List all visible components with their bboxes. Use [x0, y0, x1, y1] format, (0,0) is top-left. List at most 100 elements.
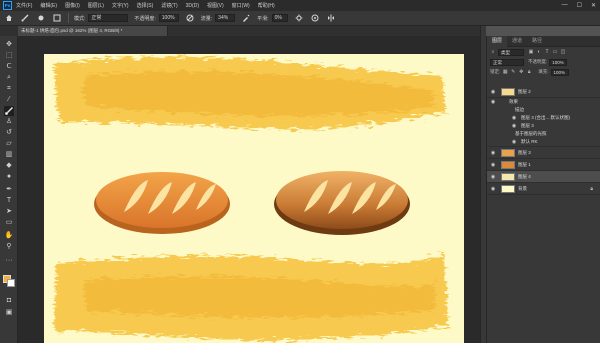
- visibility-eye-icon[interactable]: ◉: [490, 162, 496, 168]
- layer-effect-row[interactable]: 基于图层的光照: [487, 130, 600, 138]
- brush-tool-icon[interactable]: [4, 106, 14, 116]
- crop-tool-icon[interactable]: ⌗: [4, 84, 14, 94]
- visibility-eye-icon[interactable]: ◉: [511, 123, 517, 129]
- tools-panel: ✥ ⬚ ᑕ ⌕ ⌗ ⁄ ♙ ↺ ▱ ▥ ◆ ● ✒ T ➤ ▭ ✋ ⚲ ··· …: [0, 36, 18, 343]
- zoom-tool-icon[interactable]: ⚲: [4, 242, 14, 252]
- menu-edit[interactable]: 编辑(E): [40, 2, 57, 9]
- layer-row[interactable]: ◉ 背景 🔒︎: [487, 183, 600, 195]
- visibility-eye-icon[interactable]: ◉: [490, 186, 496, 192]
- brush-stroke-bottom: [54, 252, 448, 341]
- menu-window[interactable]: 窗口(W): [232, 2, 250, 9]
- smoothing-input[interactable]: 0%: [271, 14, 288, 22]
- layer-row[interactable]: ◉ 图层 4: [487, 171, 600, 183]
- layer-effect-row[interactable]: ◉ 默认 RK: [487, 138, 600, 147]
- filter-type-icon[interactable]: T: [544, 49, 550, 55]
- fill-input[interactable]: 100%: [550, 68, 569, 76]
- bread-loaf-left: [94, 172, 230, 234]
- layer-thumbnail: [501, 173, 515, 181]
- home-icon[interactable]: [4, 13, 14, 23]
- layer-filter-select[interactable]: 类型: [498, 48, 524, 56]
- blend-mode-select[interactable]: 正常: [490, 58, 524, 66]
- path-select-tool-icon[interactable]: ➤: [4, 207, 14, 217]
- menu-select[interactable]: 选择(S): [137, 2, 154, 9]
- layer-effects-row[interactable]: ◉ 效果: [487, 98, 600, 106]
- layer-row[interactable]: ◉ 图层 3: [487, 147, 600, 159]
- eraser-tool-icon[interactable]: ▱: [4, 139, 14, 149]
- workspace: [18, 36, 480, 343]
- menu-type[interactable]: 文字(Y): [112, 2, 129, 9]
- marquee-tool-icon[interactable]: ⬚: [4, 51, 14, 61]
- lasso-tool-icon[interactable]: ᑕ: [4, 62, 14, 72]
- layer-thumbnail: [501, 88, 515, 96]
- brush-settings-icon[interactable]: [52, 13, 62, 23]
- maximize-button[interactable]: ☐: [577, 2, 582, 9]
- pressure-opacity-icon[interactable]: [185, 13, 195, 23]
- panel-opacity-input[interactable]: 100%: [549, 58, 568, 66]
- pressure-size-icon[interactable]: [310, 13, 320, 23]
- smoothing-settings-icon[interactable]: [294, 13, 304, 23]
- menu-view[interactable]: 视图(V): [207, 2, 224, 9]
- tab-channels[interactable]: 通道: [507, 36, 527, 47]
- document-tab-bar: 未标题-1 烘焙-面包.psd @ 162% (图层 4, RGB/8) *: [0, 26, 480, 36]
- close-button[interactable]: ✕: [591, 2, 596, 9]
- brush-size-icon[interactable]: [36, 13, 46, 23]
- visibility-eye-icon[interactable]: ◉: [490, 99, 496, 105]
- filter-adjust-icon[interactable]: ◐: [536, 49, 542, 55]
- lock-all-icon[interactable]: 🔒︎: [526, 69, 532, 75]
- mode-label: 模式:: [74, 15, 86, 22]
- opacity-input[interactable]: 100%: [158, 14, 179, 22]
- layer-row[interactable]: ◉ 图层 1: [487, 159, 600, 171]
- filter-pixel-icon[interactable]: ▣: [528, 49, 534, 55]
- menu-image[interactable]: 图像(I): [65, 2, 80, 9]
- lock-image-icon[interactable]: ✎: [510, 69, 516, 75]
- separator: [68, 13, 69, 23]
- layer-effect-row[interactable]: 描边: [487, 106, 600, 114]
- airbrush-icon[interactable]: [241, 13, 251, 23]
- history-brush-tool-icon[interactable]: ↺: [4, 128, 14, 138]
- menu-3d[interactable]: 3D(D): [186, 3, 199, 9]
- lock-transparent-icon[interactable]: ▦: [502, 69, 508, 75]
- symmetry-icon[interactable]: [326, 13, 336, 23]
- visibility-eye-icon[interactable]: ◉: [490, 174, 496, 180]
- quick-mask-icon[interactable]: ◘: [4, 296, 14, 306]
- menu-filter[interactable]: 滤镜(T): [161, 2, 177, 9]
- hand-tool-icon[interactable]: ✋: [4, 231, 14, 241]
- lock-position-icon[interactable]: ✥: [518, 69, 524, 75]
- layer-effect-row[interactable]: ◉ 图层 3 (合出... 默认状图): [487, 114, 600, 122]
- brush-preset-icon[interactable]: [20, 13, 30, 23]
- minimize-button[interactable]: —: [562, 2, 568, 9]
- stamp-tool-icon[interactable]: ♙: [4, 117, 14, 127]
- layer-name: 图层 1: [518, 162, 531, 167]
- flow-input[interactable]: 34%: [215, 14, 236, 22]
- document-canvas[interactable]: [44, 54, 464, 343]
- type-tool-icon[interactable]: T: [4, 196, 14, 206]
- move-tool-icon[interactable]: ✥: [4, 40, 14, 50]
- filter-shape-icon[interactable]: ▭: [552, 49, 558, 55]
- effect-name: 图层 3 (合出... 默认状图): [521, 115, 571, 120]
- menu-file[interactable]: 文件(F): [16, 2, 32, 9]
- app-logo: Ps: [3, 1, 12, 10]
- tab-layers[interactable]: 图层: [487, 35, 508, 47]
- gradient-tool-icon[interactable]: ▥: [4, 150, 14, 160]
- eyedropper-tool-icon[interactable]: ⁄: [4, 95, 14, 105]
- screen-mode-icon[interactable]: ▣: [4, 308, 14, 318]
- visibility-eye-icon[interactable]: ◉: [511, 115, 517, 121]
- more-tools-icon[interactable]: ···: [4, 256, 14, 266]
- quick-select-tool-icon[interactable]: ⌕: [4, 73, 14, 83]
- filter-smart-icon[interactable]: ◫: [560, 49, 566, 55]
- visibility-eye-icon[interactable]: ◉: [490, 89, 496, 95]
- menu-layer[interactable]: 图层(L): [88, 2, 104, 9]
- pen-tool-icon[interactable]: ✒: [4, 185, 14, 195]
- visibility-eye-icon[interactable]: ◉: [511, 139, 517, 145]
- menu-help[interactable]: 帮助(H): [258, 2, 275, 9]
- layer-effect-row[interactable]: ◉ 图层 3: [487, 122, 600, 130]
- tab-paths[interactable]: 路径: [527, 36, 547, 47]
- document-tab[interactable]: 未标题-1 烘焙-面包.psd @ 162% (图层 4, RGB/8) *: [18, 26, 168, 36]
- shape-tool-icon[interactable]: ▭: [4, 218, 14, 228]
- blur-tool-icon[interactable]: ◆: [4, 161, 14, 171]
- visibility-eye-icon[interactable]: ◉: [490, 150, 496, 156]
- background-color-swatch[interactable]: [7, 279, 15, 287]
- dodge-tool-icon[interactable]: ●: [4, 172, 14, 182]
- mode-select[interactable]: 正常: [88, 14, 129, 22]
- layer-row[interactable]: ◉ 图层 2: [487, 86, 600, 98]
